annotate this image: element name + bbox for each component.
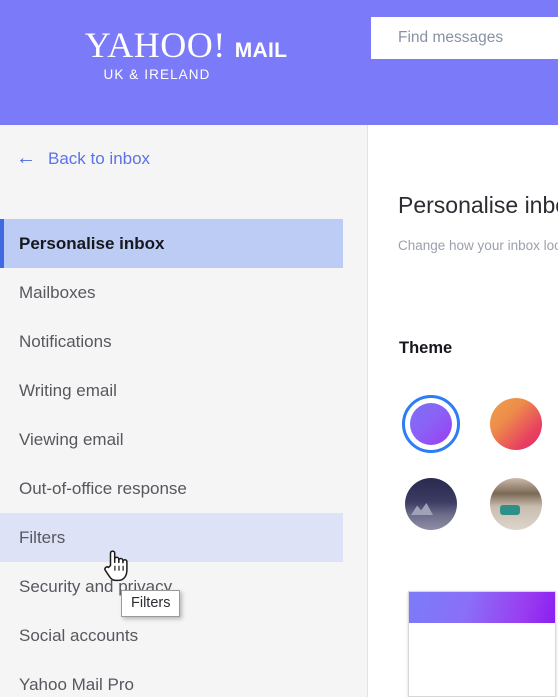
sidebar-item-label: Writing email — [19, 380, 117, 400]
theme-swatch-camper-forest-photo[interactable] — [487, 475, 545, 533]
app-header: YAHOO! MAIL UK & IRELAND — [0, 0, 558, 125]
page-subtitle: Change how your inbox looks — [398, 238, 558, 253]
yahoo-mail-logo[interactable]: YAHOO! MAIL UK & IRELAND — [66, 27, 306, 82]
sidebar-item-label: Out-of-office response — [19, 478, 187, 498]
sidebar-item-label: Yahoo Mail Pro — [19, 674, 134, 694]
arrow-left-icon: ← — [16, 147, 36, 169]
sidebar-item-label: Personalise inbox — [19, 233, 165, 253]
sidebar-item-personalise-inbox[interactable]: Personalise inbox — [0, 219, 343, 268]
settings-sidebar: ← Back to inbox Personalise inbox Mailbo… — [0, 125, 368, 697]
sidebar-item-label: Viewing email — [19, 429, 124, 449]
theme-section-heading: Theme — [399, 339, 453, 357]
yahoo-mail-settings-page: YAHOO! MAIL UK & IRELAND ← Back to inbox… — [0, 0, 558, 697]
sidebar-item-label: Notifications — [19, 331, 112, 351]
theme-row — [402, 475, 558, 533]
tooltip-filters: Filters — [121, 590, 181, 617]
theme-swatch-night-mountains-photo[interactable] — [402, 475, 460, 533]
sidebar-item-label: Social accounts — [19, 625, 139, 645]
sidebar-item-out-of-office-response[interactable]: Out-of-office response — [0, 464, 343, 513]
back-to-inbox-link[interactable]: ← Back to inbox — [16, 147, 151, 169]
logo-row: YAHOO! MAIL — [66, 27, 306, 63]
theme-preview-card[interactable] — [408, 591, 556, 697]
sidebar-item-filters[interactable]: Filters — [0, 513, 343, 562]
settings-nav-list: Personalise inbox Mailboxes Notification… — [0, 219, 367, 697]
sidebar-item-yahoo-mail-pro[interactable]: Yahoo Mail Pro — [0, 660, 343, 697]
sidebar-item-viewing-email[interactable]: Viewing email — [0, 415, 343, 464]
theme-row — [402, 395, 558, 453]
sidebar-item-notifications[interactable]: Notifications — [0, 317, 343, 366]
theme-swatch-purple-gradient[interactable] — [402, 395, 460, 453]
theme-swatch-sunset-gradient[interactable] — [487, 395, 545, 453]
logo-yahoo-text: YAHOO! — [84, 25, 226, 65]
logo-region-text: UK & IRELAND — [103, 67, 211, 82]
theme-swatch-preview — [490, 398, 542, 450]
theme-swatch-preview — [410, 403, 452, 445]
theme-preview-header-band — [409, 592, 555, 623]
sidebar-item-social-accounts[interactable]: Social accounts — [0, 611, 343, 660]
sidebar-item-label: Mailboxes — [19, 282, 96, 302]
logo-mail-text: MAIL — [234, 39, 288, 62]
sidebar-item-label: Filters — [19, 527, 66, 547]
back-to-inbox-label: Back to inbox — [48, 149, 151, 168]
sidebar-item-writing-email[interactable]: Writing email — [0, 366, 343, 415]
theme-swatch-preview — [490, 478, 542, 530]
sidebar-item-mailboxes[interactable]: Mailboxes — [0, 268, 343, 317]
search-box[interactable] — [371, 17, 558, 59]
page-title: Personalise inbox — [398, 192, 558, 218]
search-input[interactable] — [371, 29, 558, 47]
theme-swatch-preview — [405, 478, 457, 530]
theme-swatch-grid — [402, 395, 558, 555]
